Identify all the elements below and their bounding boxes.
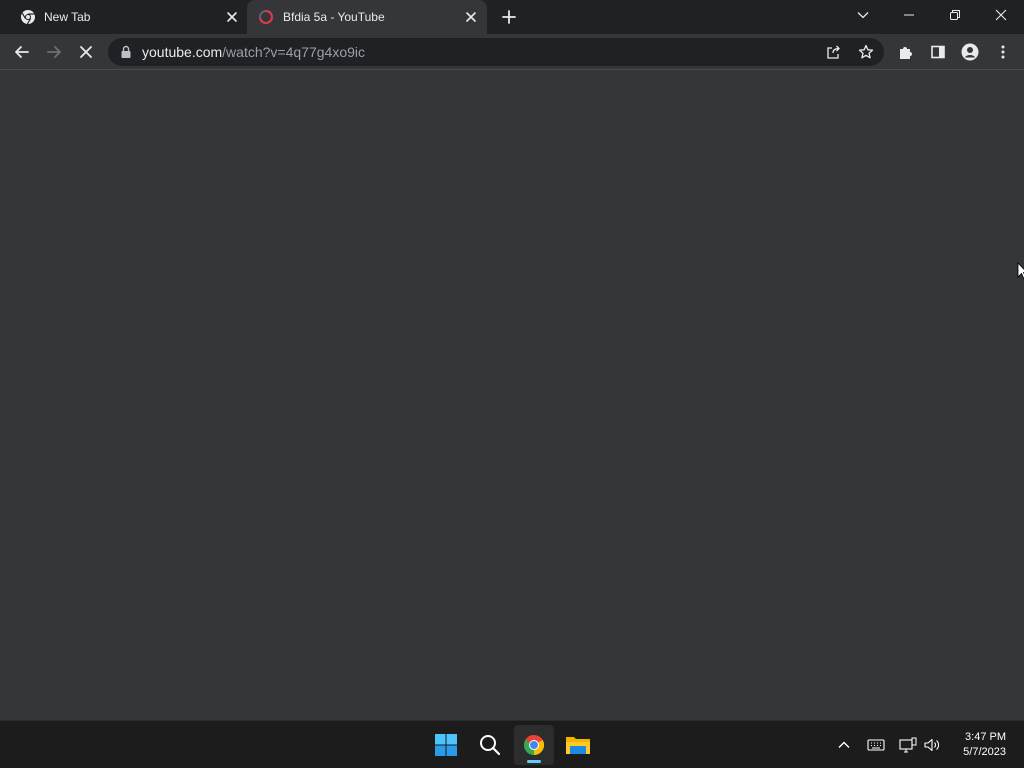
windows-start-icon	[435, 734, 457, 756]
star-icon	[858, 44, 874, 59]
taskbar-chrome-button[interactable]	[514, 725, 554, 765]
close-icon	[80, 46, 92, 58]
network-button[interactable]	[898, 735, 918, 755]
search-icon	[480, 735, 501, 756]
minimize-icon	[904, 14, 914, 16]
page-content	[0, 71, 1024, 720]
bookmark-button[interactable]	[856, 42, 876, 62]
url-text[interactable]: youtube.com/watch?v=4q77g4xo9ic	[142, 44, 365, 60]
taskbar-search-button[interactable]	[470, 725, 510, 765]
puzzle-icon	[900, 47, 912, 59]
clock-date: 5/7/2023	[963, 746, 1006, 758]
extensions-button[interactable]	[893, 39, 919, 65]
taskbar-file-explorer-button[interactable]	[558, 725, 598, 765]
tab-title: New Tab	[44, 10, 91, 24]
restore-button[interactable]	[932, 0, 978, 30]
share-icon	[827, 45, 840, 59]
forward-button[interactable]	[41, 39, 67, 65]
chrome-icon	[21, 10, 35, 25]
clock-time: 3:47 PM	[965, 731, 1006, 743]
show-hidden-icons-button[interactable]	[834, 735, 854, 755]
loading-spinner-icon	[259, 10, 273, 24]
browser-toolbar: youtube.com/watch?v=4q77g4xo9ic	[0, 34, 1024, 70]
chevron-up-icon	[838, 741, 850, 748]
volume-button[interactable]	[922, 735, 942, 755]
address-bar[interactable]: youtube.com/watch?v=4q77g4xo9ic	[108, 38, 884, 66]
close-icon	[995, 9, 1007, 21]
url-path: /watch?v=4q77g4xo9ic	[222, 44, 365, 60]
windows-taskbar: 3:47 PM 5/7/2023	[0, 720, 1024, 768]
network-icon	[899, 737, 917, 753]
chrome-icon	[524, 735, 544, 755]
side-panel-button[interactable]	[925, 39, 951, 65]
minimize-button[interactable]	[886, 0, 932, 30]
arrow-right-icon	[47, 46, 61, 58]
tab-title: Bfdia 5a - YouTube	[283, 10, 385, 24]
new-tab-plus-icon[interactable]	[499, 7, 519, 27]
browser-menu-button[interactable]	[990, 39, 1016, 65]
profile-avatar-icon	[961, 43, 979, 61]
tab-new-tab[interactable]: New Tab	[0, 0, 246, 34]
restore-icon	[950, 10, 960, 20]
mouse-cursor-icon	[1017, 262, 1024, 280]
stop-loading-button[interactable]	[73, 39, 99, 65]
touch-keyboard-button[interactable]	[866, 735, 886, 755]
side-panel-icon	[931, 45, 945, 59]
system-clock[interactable]: 3:47 PM 5/7/2023	[963, 730, 1006, 760]
more-vertical-icon	[1001, 45, 1005, 59]
url-host: youtube.com	[142, 44, 223, 60]
tab-youtube[interactable]: Bfdia 5a - YouTube	[247, 0, 487, 34]
profile-button[interactable]	[957, 39, 983, 65]
tab-strip: New Tab Bfdia 5a - YouTube	[0, 0, 1024, 34]
volume-icon	[924, 738, 939, 752]
close-tab-icon[interactable]	[464, 10, 478, 24]
close-window-button[interactable]	[978, 0, 1024, 30]
start-button[interactable]	[426, 725, 466, 765]
running-indicator	[527, 760, 541, 763]
keyboard-icon	[867, 739, 885, 751]
file-explorer-icon	[566, 737, 590, 754]
arrow-left-icon	[15, 46, 29, 58]
lock-icon[interactable]	[120, 45, 132, 59]
close-tab-icon[interactable]	[225, 10, 239, 24]
share-button[interactable]	[824, 42, 844, 62]
chevron-down-icon	[857, 12, 869, 19]
back-button[interactable]	[9, 39, 35, 65]
tab-search-button[interactable]	[840, 0, 886, 30]
